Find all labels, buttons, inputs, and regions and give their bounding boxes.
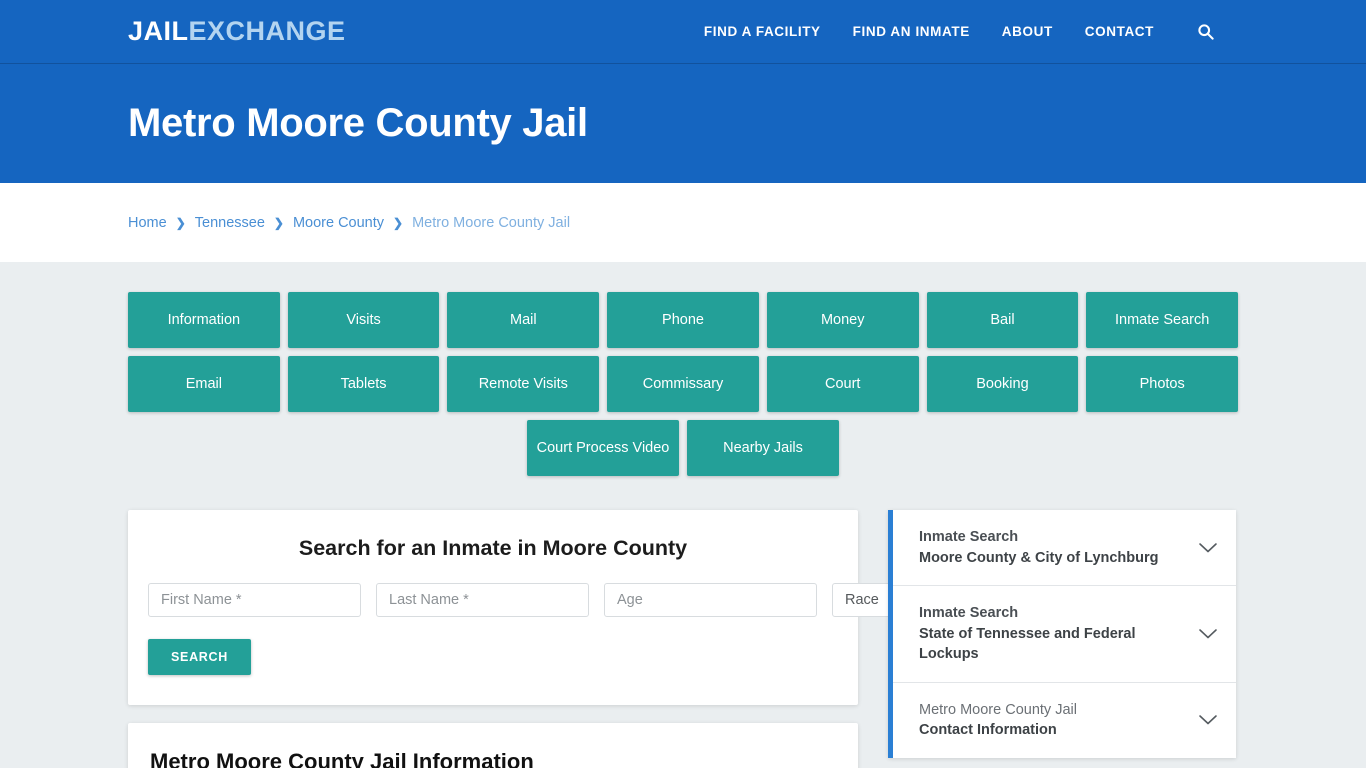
accordion-subtitle: State of Tennessee and Federal Lockups (919, 625, 1136, 663)
tile-bail[interactable]: Bail (926, 292, 1079, 348)
tile-remote-visits[interactable]: Remote Visits (447, 356, 600, 412)
chevron-right-icon: ❯ (175, 215, 186, 230)
accordion-title: Metro Moore County Jail (919, 701, 1077, 718)
search-fields-row: Race (148, 583, 994, 617)
chevron-right-icon: ❯ (393, 215, 404, 230)
breadcrumb-item-moore-county[interactable]: Moore County (293, 215, 384, 231)
tile-photos[interactable]: Photos (1086, 356, 1239, 412)
logo-text-primary: JAIL (128, 16, 189, 46)
sidebar-accordion: Inmate Search Moore County & City of Lyn… (888, 510, 1236, 759)
nav-item-find-a-facility[interactable]: FIND A FACILITY (704, 24, 821, 39)
nav-item-find-an-inmate[interactable]: FIND AN INMATE (853, 24, 970, 39)
chevron-down-icon[interactable] (1198, 628, 1218, 640)
accordion-item-inmate-search-county[interactable]: Inmate Search Moore County & City of Lyn… (893, 510, 1236, 587)
jail-information-heading: Metro Moore County Jail Information (150, 749, 534, 768)
breadcrumb-item-current: Metro Moore County Jail (412, 214, 571, 231)
chevron-down-icon[interactable] (1198, 542, 1218, 554)
accordion-item-inmate-search-state[interactable]: Inmate Search State of Tennessee and Fed… (893, 586, 1236, 683)
last-name-input[interactable] (376, 583, 589, 617)
accordion-item-text: Inmate Search State of Tennessee and Fed… (919, 603, 1186, 665)
chevron-right-icon: ❯ (273, 215, 284, 230)
tile-mail[interactable]: Mail (447, 292, 600, 348)
accordion-item-text: Inmate Search Moore County & City of Lyn… (919, 527, 1186, 568)
tile-row-3: Court Process Video Nearby Jails (128, 420, 1238, 476)
logo-text-secondary: EXCHANGE (188, 16, 346, 46)
tile-phone[interactable]: Phone (607, 292, 759, 348)
tile-information[interactable]: Information (128, 292, 280, 348)
top-navigation-bar: JAILEXCHANGE FIND A FACILITY FIND AN INM… (0, 0, 1366, 64)
tile-money[interactable]: Money (766, 292, 919, 348)
accordion-item-contact-information[interactable]: Metro Moore County Jail Contact Informat… (893, 683, 1236, 758)
accordion-subtitle: Moore County & City of Lynchburg (919, 549, 1159, 566)
tile-nearby-jails[interactable]: Nearby Jails (687, 420, 839, 476)
site-logo[interactable]: JAILEXCHANGE (128, 18, 346, 45)
accordion-item-text: Metro Moore County Jail Contact Informat… (919, 700, 1186, 741)
inmate-search-card: Search for an Inmate in Moore County Rac… (128, 510, 994, 705)
accordion-title: Inmate Search (919, 529, 1019, 545)
tile-row-2: Email Tablets Remote Visits Commissary C… (128, 356, 1239, 412)
page-hero: Metro Moore County Jail (0, 64, 1366, 183)
tile-tablets[interactable]: Tablets (287, 356, 440, 412)
sidebar-column: Inmate Search Moore County & City of Lyn… (888, 510, 1236, 759)
tile-row-1: Information Visits Mail Phone Money Bail… (128, 292, 1239, 348)
breadcrumb-bar: Home ❯ Tennessee ❯ Moore County ❯ Metro … (0, 183, 1366, 262)
nav-item-contact[interactable]: CONTACT (1085, 24, 1154, 39)
chevron-down-icon[interactable] (1198, 714, 1218, 726)
tile-court[interactable]: Court (766, 356, 919, 412)
first-name-input[interactable] (148, 583, 361, 617)
page-title: Metro Moore County Jail (128, 101, 588, 145)
search-button[interactable]: SEARCH (148, 639, 251, 675)
tile-commissary[interactable]: Commissary (607, 356, 759, 412)
breadcrumb-item-tennessee[interactable]: Tennessee (195, 215, 265, 231)
tile-inmate-search[interactable]: Inmate Search (1086, 292, 1239, 348)
tile-visits[interactable]: Visits (287, 292, 440, 348)
search-heading: Search for an Inmate in Moore County (298, 536, 688, 560)
age-input[interactable] (604, 583, 817, 617)
jail-information-card: Metro Moore County Jail Information (128, 723, 858, 768)
nav-item-about[interactable]: ABOUT (1002, 24, 1053, 39)
search-icon[interactable] (1194, 21, 1216, 43)
breadcrumb: Home ❯ Tennessee ❯ Moore County ❯ Metro … (128, 215, 570, 231)
tile-court-process-video[interactable]: Court Process Video (527, 420, 679, 476)
main-column: Search for an Inmate in Moore County Rac… (128, 510, 994, 768)
accordion-subtitle: Contact Information (919, 722, 1057, 739)
facility-section-tiles: Information Visits Mail Phone Money Bail… (128, 262, 1239, 476)
tile-email[interactable]: Email (128, 356, 280, 412)
main-menu: FIND A FACILITY FIND AN INMATE ABOUT CON… (704, 21, 1216, 43)
tile-booking[interactable]: Booking (926, 356, 1079, 412)
accordion-title: Inmate Search (919, 605, 1019, 622)
breadcrumb-item-home[interactable]: Home (128, 215, 167, 231)
